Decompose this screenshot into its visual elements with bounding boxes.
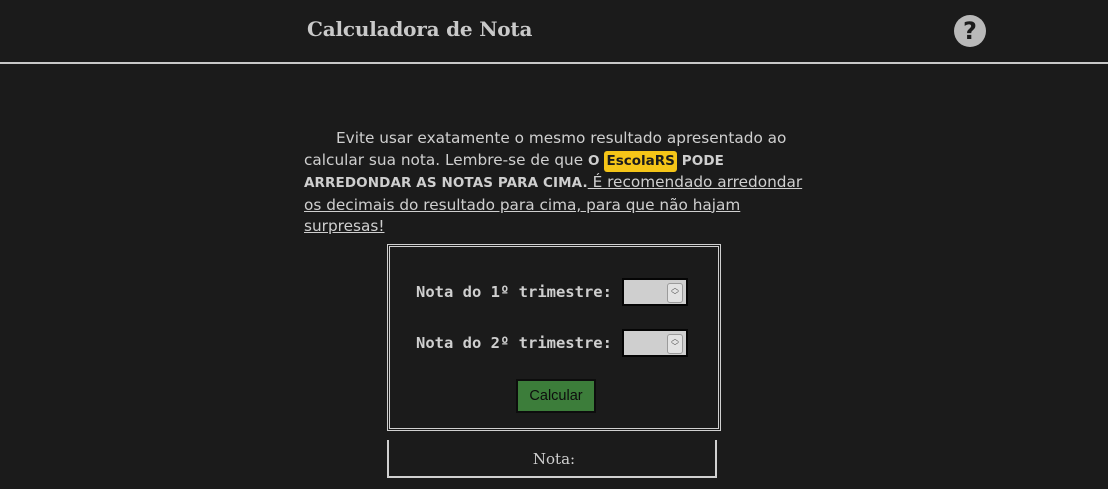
form-row-1: Nota do 1º trimestre: ︿ ﹀ <box>416 278 688 306</box>
field1-label: Nota do 1º trimestre: <box>416 283 612 301</box>
app-header: Calculadora de Nota ? <box>0 0 1108 64</box>
form-row-2: Nota do 2º trimestre: ︿ ﹀ <box>416 329 688 357</box>
grade-1-input[interactable]: ︿ ﹀ <box>622 278 688 306</box>
escolars-badge: EscolaRS <box>604 150 677 172</box>
calculate-button[interactable]: Calcular <box>516 379 596 413</box>
notice-bold-prefix: O <box>588 152 600 169</box>
result-label: Nota: <box>532 450 576 468</box>
page-title: Calculadora de Nota <box>307 17 533 41</box>
help-question-icon[interactable]: ? <box>954 15 986 47</box>
field2-label: Nota do 2º trimestre: <box>416 334 612 352</box>
result-box: Nota: <box>387 440 717 478</box>
grade-form: Nota do 1º trimestre: ︿ ﹀ Nota do 2º trim… <box>387 244 721 431</box>
rounding-notice: Evite usar exatamente o mesmo resultado … <box>304 128 810 238</box>
grade-1-spinner-icon[interactable]: ︿ ﹀ <box>667 283 683 303</box>
grade-2-input[interactable]: ︿ ﹀ <box>622 329 688 357</box>
grade-2-spinner-icon[interactable]: ︿ ﹀ <box>667 334 683 354</box>
